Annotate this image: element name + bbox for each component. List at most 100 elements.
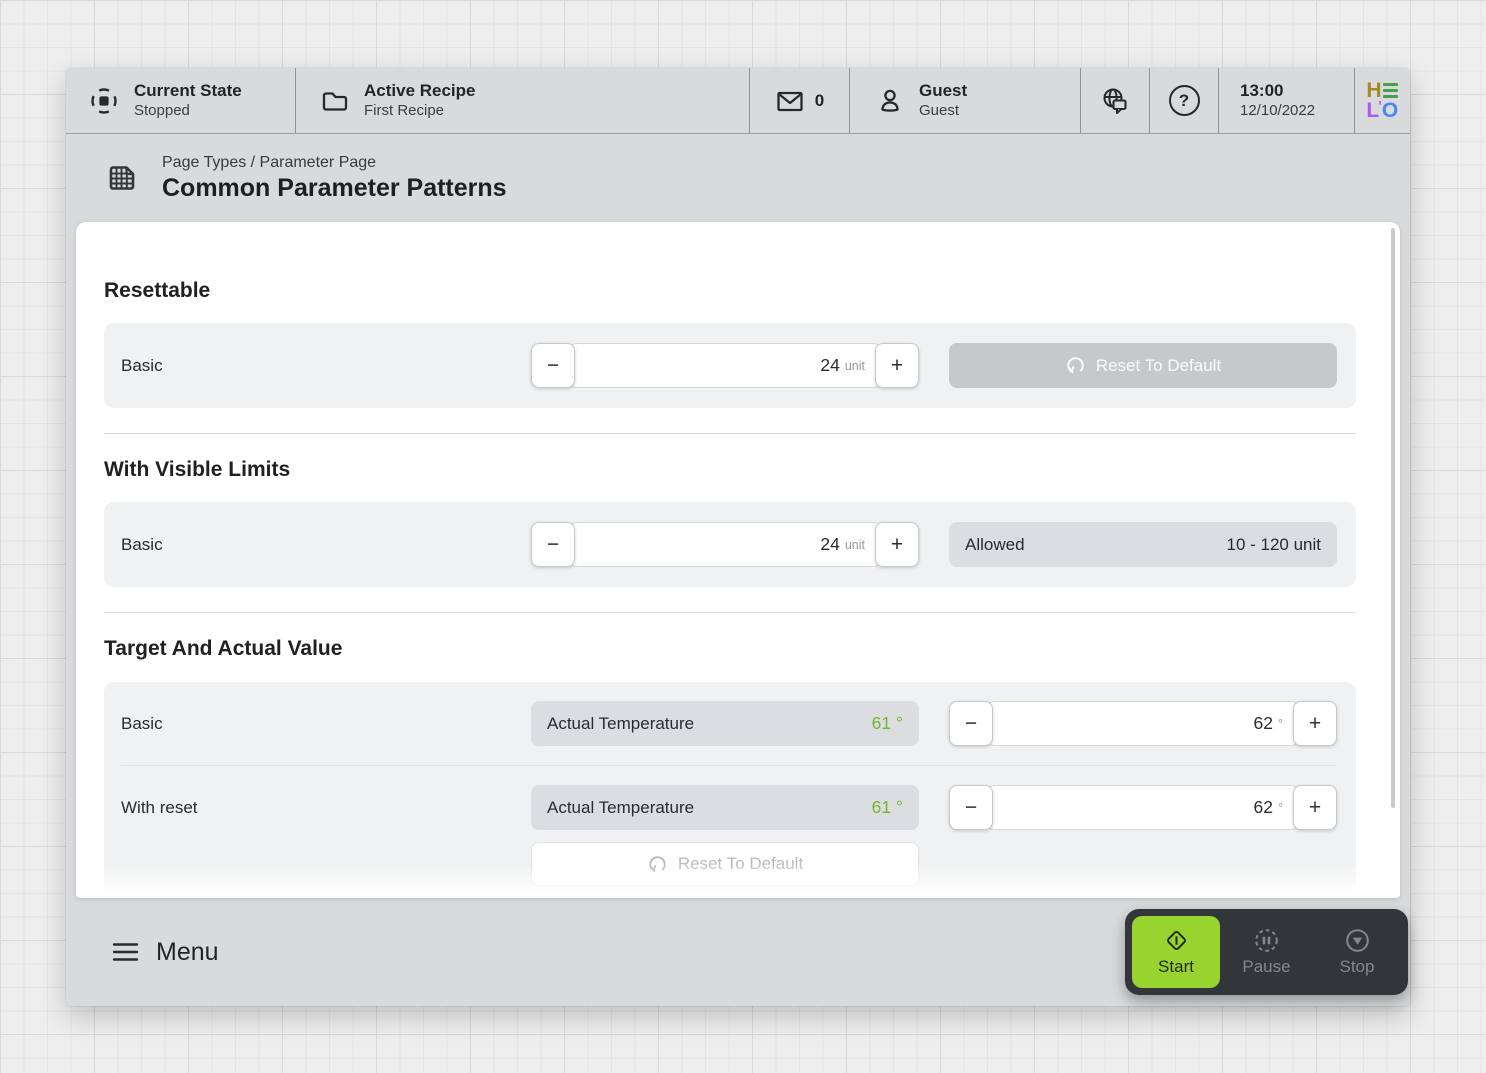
pause-label: Pause	[1242, 957, 1290, 977]
messages-count: 0	[815, 91, 824, 111]
machine-controls-panel: Start Pause Stop	[1125, 909, 1408, 995]
limits-basic-row: Basic − 24 unit + Allowed 10 - 120 unit	[104, 502, 1356, 587]
reset-to-default-button[interactable]: Reset To Default	[949, 343, 1337, 388]
section-divider	[104, 612, 1356, 613]
help-cell[interactable]: ?	[1150, 68, 1219, 133]
help-glyph: ?	[1179, 91, 1189, 111]
target-reset-subrow: Reset To Default	[104, 842, 1356, 886]
allowed-label: Allowed	[965, 535, 1025, 555]
menu-label: Menu	[156, 938, 219, 967]
current-state-label: Current State	[134, 81, 242, 101]
messages-cell[interactable]: 0	[750, 68, 850, 133]
stop-button[interactable]: Stop	[1313, 916, 1401, 988]
decrement-button[interactable]: −	[949, 701, 993, 746]
active-recipe-cell[interactable]: Active Recipe First Recipe	[296, 68, 750, 133]
parameter-page-icon	[104, 160, 140, 196]
target-stepper: − 62 ° +	[949, 785, 1337, 830]
logo-letter-l: L	[1366, 101, 1378, 121]
value-text: 62	[1254, 713, 1273, 734]
row-label: Basic	[121, 535, 531, 555]
user-role: Guest	[919, 102, 967, 120]
start-button[interactable]: Start	[1132, 916, 1220, 988]
parameter-card: Resettable Basic − 24 unit +	[76, 222, 1400, 898]
helio-logo: H L ' O	[1366, 81, 1397, 121]
value-input[interactable]: 62 °	[988, 785, 1298, 830]
clock-time: 13:00	[1240, 81, 1315, 101]
section-heading-visible-limits: With Visible Limits	[104, 458, 1356, 482]
pause-button[interactable]: Pause	[1223, 916, 1311, 988]
section-heading-resettable: Resettable	[104, 279, 1356, 303]
start-label: Start	[1158, 957, 1194, 977]
target-with-reset-row: With reset Actual Temperature 61 ° − 62 …	[104, 766, 1356, 842]
hamburger-menu-icon	[112, 941, 139, 963]
value-input[interactable]: 24 unit	[570, 522, 880, 567]
clock-cell[interactable]: 13:00 12/10/2022	[1219, 68, 1355, 133]
logo-letter-o: O	[1382, 101, 1397, 121]
content-area: Resettable Basic − 24 unit +	[66, 222, 1410, 898]
globe-language-icon	[1099, 85, 1131, 117]
vertical-scrollbar[interactable]	[1391, 228, 1395, 808]
current-state-value: Stopped	[134, 102, 242, 120]
current-state-cell[interactable]: Current State Stopped	[66, 68, 296, 133]
actual-temperature-value: 61 °	[872, 797, 903, 818]
clock-date: 12/10/2022	[1240, 102, 1315, 120]
allowed-limits-box: Allowed 10 - 120 unit	[949, 522, 1337, 567]
stopped-state-icon	[88, 85, 120, 117]
value-input[interactable]: 24 unit	[570, 343, 880, 388]
row-label: With reset	[121, 798, 531, 818]
help-icon: ?	[1169, 85, 1200, 116]
allowed-range: 10 - 120 unit	[1226, 535, 1321, 555]
reset-icon	[647, 854, 668, 875]
decrement-button[interactable]: −	[949, 785, 993, 830]
section-divider	[104, 433, 1356, 434]
resettable-basic-row: Basic − 24 unit + Reset To Default	[104, 323, 1356, 408]
increment-button[interactable]: +	[875, 343, 919, 388]
stop-icon	[1344, 927, 1371, 954]
unit-text: unit	[845, 538, 865, 552]
user-cell[interactable]: Guest Guest	[850, 68, 1081, 133]
menu-button[interactable]: Menu	[112, 938, 219, 967]
actual-temperature-box: Actual Temperature 61 °	[531, 701, 919, 746]
actual-temperature-label: Actual Temperature	[547, 714, 694, 734]
value-text: 24	[820, 534, 839, 555]
logo-cell: H L ' O	[1355, 68, 1409, 133]
decrement-button[interactable]: −	[531, 343, 575, 388]
value-text: 62	[1254, 797, 1273, 818]
resettable-stepper: − 24 unit +	[531, 343, 919, 388]
folder-icon	[320, 86, 350, 116]
language-cell[interactable]	[1081, 68, 1150, 133]
row-label: Basic	[121, 356, 531, 376]
reset-icon	[1065, 355, 1086, 376]
bottom-bar: Menu Start Pause	[66, 898, 1410, 1006]
reset-label: Reset To Default	[1096, 356, 1221, 376]
decrement-button[interactable]: −	[531, 522, 575, 567]
active-recipe-value: First Recipe	[364, 102, 476, 120]
mail-icon	[775, 86, 805, 116]
actual-temperature-box: Actual Temperature 61 °	[531, 785, 919, 830]
increment-button[interactable]: +	[1293, 701, 1337, 746]
start-icon	[1163, 927, 1190, 954]
actual-temperature-label: Actual Temperature	[547, 798, 694, 818]
active-recipe-label: Active Recipe	[364, 81, 476, 101]
unit-text: °	[1278, 801, 1283, 815]
page-title: Common Parameter Patterns	[162, 174, 507, 203]
value-input[interactable]: 62 °	[988, 701, 1298, 746]
pause-icon	[1253, 927, 1280, 954]
user-icon	[875, 86, 905, 116]
target-actual-group: Basic Actual Temperature 61 ° − 62 ° +	[104, 682, 1356, 898]
reset-to-default-button[interactable]: Reset To Default	[531, 842, 919, 886]
value-text: 24	[820, 355, 839, 376]
increment-button[interactable]: +	[1293, 785, 1337, 830]
unit-text: unit	[845, 359, 865, 373]
logo-letter-e-bars	[1383, 83, 1398, 98]
unit-text: °	[1278, 717, 1283, 731]
reset-label: Reset To Default	[678, 854, 803, 874]
stop-label: Stop	[1340, 957, 1375, 977]
increment-button[interactable]: +	[875, 522, 919, 567]
target-basic-row: Basic Actual Temperature 61 ° − 62 ° +	[104, 682, 1356, 765]
user-name: Guest	[919, 81, 967, 101]
page-header: Page Types / Parameter Page Common Param…	[66, 134, 1410, 222]
actual-temperature-value: 61 °	[872, 713, 903, 734]
target-stepper: − 62 ° +	[949, 701, 1337, 746]
limits-stepper: − 24 unit +	[531, 522, 919, 567]
